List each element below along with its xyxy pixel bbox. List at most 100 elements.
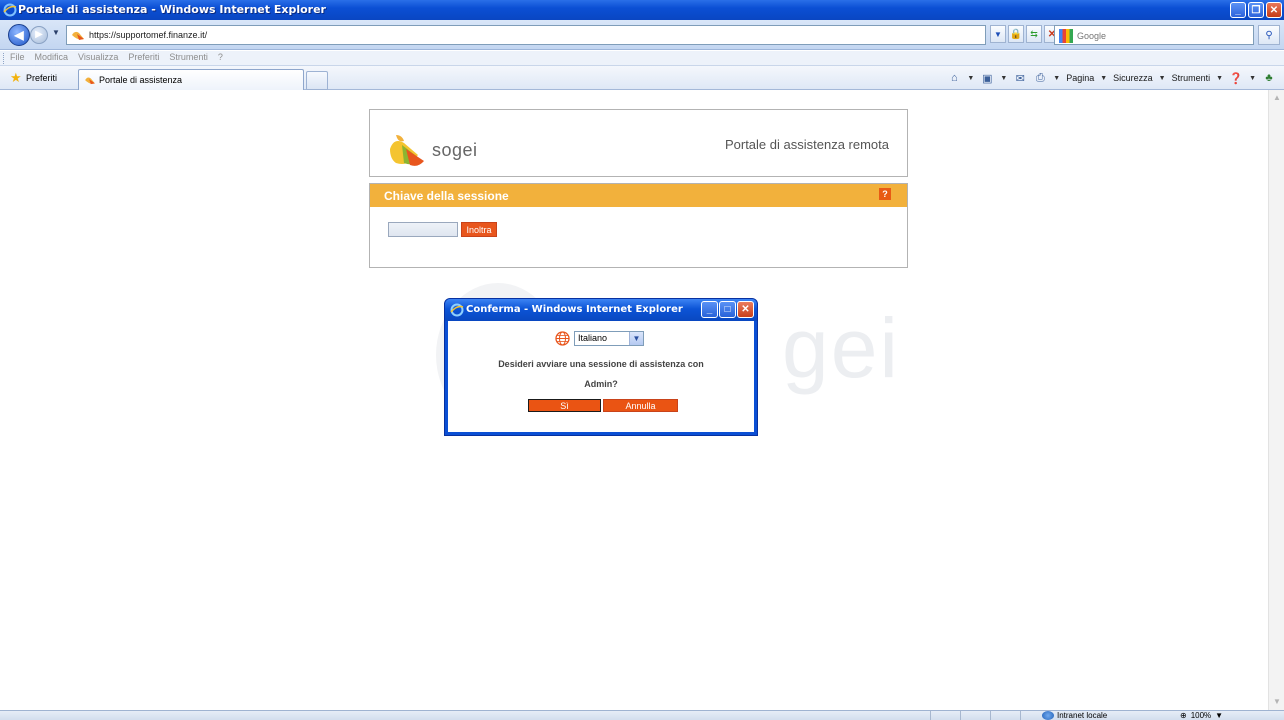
- session-panel: Chiave della sessione ? Inoltra: [369, 183, 908, 268]
- dialog-titlebar: Conferma - Windows Internet Explorer _ □…: [445, 299, 757, 321]
- menu-visualizza[interactable]: Visualizza: [78, 52, 118, 62]
- session-title: Chiave della sessione: [384, 189, 509, 203]
- page-title: Portale di assistenza remota: [724, 137, 889, 152]
- status-separator: [960, 711, 961, 720]
- dialog-minimize-button[interactable]: _: [701, 301, 718, 318]
- window-controls: _ ❐ ✕: [1230, 2, 1282, 18]
- window-titlebar: Portale di assistenza - Windows Internet…: [0, 0, 1284, 20]
- dialog-maximize-button[interactable]: □: [719, 301, 736, 318]
- menu-items: File Modifica Visualizza Preferiti Strum…: [10, 52, 223, 62]
- url-tools: ▼ 🔒 ⇆ ✕: [990, 25, 1060, 43]
- url-field[interactable]: https://supportomef.finanze.it/: [66, 25, 986, 45]
- dialog-message-line2: Admin?: [584, 379, 618, 389]
- print-icon[interactable]: ⎙: [1033, 72, 1047, 84]
- zone-label: Intranet locale: [1057, 711, 1108, 720]
- zoom-control[interactable]: ⊕ 100% ▼: [1180, 711, 1223, 720]
- scroll-up-icon[interactable]: ▲: [1271, 92, 1283, 104]
- vertical-scrollbar[interactable]: ▲ ▼: [1268, 90, 1284, 710]
- status-bar: Intranet locale ⊕ 100% ▼: [0, 710, 1284, 720]
- zoom-icon: ⊕: [1180, 711, 1187, 720]
- sicurezza-caret-icon[interactable]: ▼: [1159, 75, 1166, 82]
- favorites-label: Preferiti: [26, 72, 58, 83]
- language-row: Italiano ▼: [555, 331, 644, 346]
- restore-button[interactable]: ❐: [1248, 2, 1264, 18]
- globe-icon: [555, 331, 570, 346]
- lock-icon[interactable]: 🔒: [1008, 25, 1024, 43]
- toolbar-grip: [3, 53, 5, 64]
- portal-header: sogei Portale di assistenza remota: [369, 109, 908, 177]
- favorites-bar: ★ Preferiti Portale di assistenza ⌂ ▼ ▣ ▼ …: [0, 66, 1284, 90]
- ie-icon: [450, 303, 464, 317]
- print-caret-icon[interactable]: ▼: [1053, 75, 1060, 82]
- tab-label: Portale di assistenza: [99, 75, 183, 85]
- url-dropdown-icon[interactable]: ▼: [990, 25, 1006, 43]
- dialog-message-line1: Desideri avviare una sessione di assiste…: [498, 359, 704, 369]
- url-text: https://supportomef.finanze.it/: [89, 30, 208, 40]
- search-input[interactable]: [1077, 29, 1247, 43]
- dialog-title: Conferma - Windows Internet Explorer: [466, 304, 683, 315]
- window-title: Portale di assistenza - Windows Internet…: [18, 3, 326, 16]
- home-icon[interactable]: ⌂: [947, 72, 961, 84]
- close-button[interactable]: ✕: [1266, 2, 1282, 18]
- logo-text: sogei: [432, 140, 478, 160]
- search-box[interactable]: [1054, 25, 1254, 45]
- home-caret-icon[interactable]: ▼: [967, 75, 974, 82]
- security-zone[interactable]: Intranet locale: [1042, 711, 1107, 720]
- help-icon[interactable]: ❓: [1229, 72, 1243, 85]
- intranet-icon: [1042, 711, 1054, 720]
- menu-strumenti[interactable]: Strumenti: [169, 52, 208, 62]
- status-separator: [1020, 711, 1021, 720]
- confirm-dialog: Conferma - Windows Internet Explorer _ □…: [444, 298, 758, 436]
- history-dropdown-icon[interactable]: ▼: [52, 28, 60, 37]
- star-icon: ★: [10, 70, 22, 85]
- dialog-body: Italiano ▼ Desideri avviare una sessione…: [448, 321, 754, 432]
- session-header: Chiave della sessione ?: [370, 184, 907, 207]
- scroll-down-icon[interactable]: ▼: [1271, 696, 1283, 708]
- address-bar: ◀ ▶ ▼ https://supportomef.finanze.it/ ▼ …: [0, 20, 1284, 50]
- zoom-caret-icon[interactable]: ▼: [1215, 711, 1223, 720]
- help-icon[interactable]: ?: [879, 188, 891, 200]
- strumenti-menu[interactable]: Strumenti: [1172, 73, 1211, 83]
- feeds-caret-icon[interactable]: ▼: [1000, 75, 1007, 82]
- google-icon: [1059, 29, 1073, 43]
- sogei-logo-icon: [390, 135, 424, 166]
- yes-button[interactable]: Sì: [528, 399, 601, 412]
- research-icon[interactable]: ♣: [1262, 72, 1276, 84]
- menu-preferiti[interactable]: Preferiti: [128, 52, 159, 62]
- dialog-controls: _ □ ✕: [701, 301, 754, 318]
- menu-file[interactable]: File: [10, 52, 25, 62]
- new-tab-button[interactable]: [306, 71, 328, 90]
- sogei-favicon-icon: [72, 31, 84, 40]
- menu-modifica[interactable]: Modifica: [35, 52, 69, 62]
- feeds-icon[interactable]: ▣: [980, 72, 994, 85]
- menu-bar: File Modifica Visualizza Preferiti Strum…: [0, 51, 1284, 66]
- tab-portale[interactable]: Portale di assistenza: [78, 69, 304, 90]
- status-separator: [930, 711, 931, 720]
- menu-help[interactable]: ?: [218, 52, 223, 62]
- dialog-close-button[interactable]: ✕: [737, 301, 754, 318]
- chevron-down-icon[interactable]: ▼: [629, 332, 643, 345]
- favorites-button[interactable]: ★ Preferiti: [10, 71, 57, 84]
- zoom-value: 100%: [1190, 711, 1212, 720]
- back-button[interactable]: ◀: [8, 24, 30, 46]
- refresh-icon[interactable]: ⇆: [1026, 25, 1042, 43]
- submit-button[interactable]: Inoltra: [461, 222, 497, 237]
- minimize-button[interactable]: _: [1230, 2, 1246, 18]
- search-icon[interactable]: ⚲: [1258, 25, 1280, 45]
- command-bar: ⌂ ▼ ▣ ▼ ✉ ⎙ ▼ Pagina ▼ Sicurezza ▼ Strumenti ▼…: [947, 72, 1276, 85]
- language-select[interactable]: Italiano ▼: [574, 331, 644, 346]
- pagina-caret-icon[interactable]: ▼: [1100, 75, 1107, 82]
- mail-icon[interactable]: ✉: [1013, 72, 1027, 85]
- session-key-input[interactable]: [388, 222, 458, 237]
- pagina-menu[interactable]: Pagina: [1066, 73, 1094, 83]
- watermark-text: gei: [782, 301, 901, 395]
- ie-icon: [3, 3, 17, 17]
- strumenti-caret-icon[interactable]: ▼: [1216, 75, 1223, 82]
- sicurezza-menu[interactable]: Sicurezza: [1113, 73, 1153, 83]
- status-separator: [990, 711, 991, 720]
- help-caret-icon[interactable]: ▼: [1249, 75, 1256, 82]
- language-value: Italiano: [578, 333, 608, 343]
- sogei-favicon-icon: [85, 77, 95, 85]
- cancel-button[interactable]: Annulla: [603, 399, 678, 412]
- forward-button[interactable]: ▶: [30, 26, 48, 44]
